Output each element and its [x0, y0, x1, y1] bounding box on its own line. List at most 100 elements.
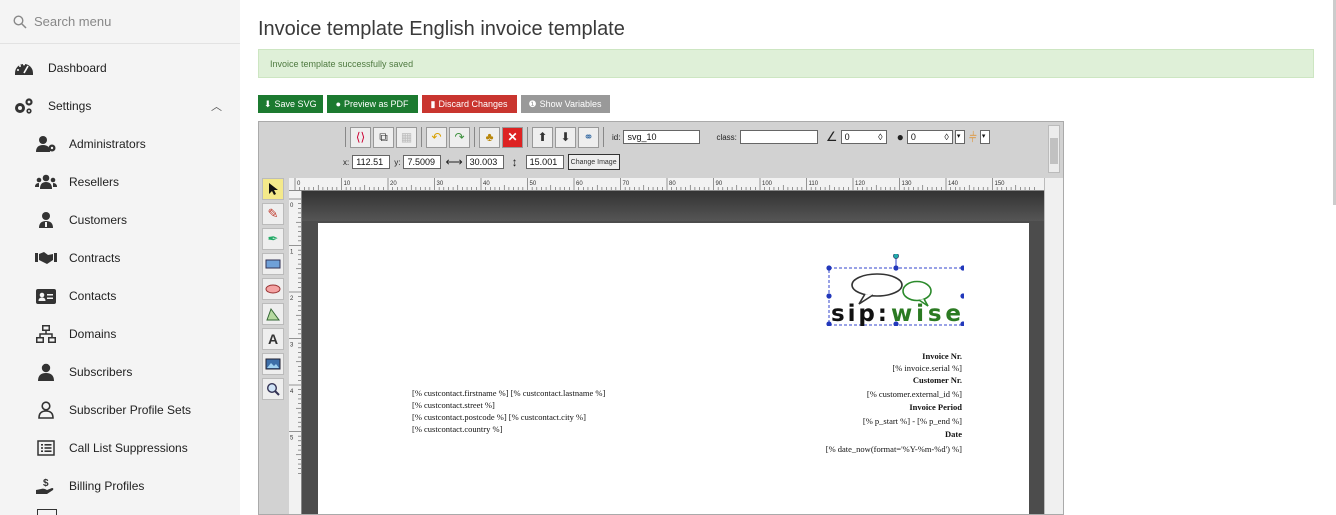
toolbar-separator — [474, 127, 475, 147]
spinner-icon[interactable]: ◊ — [878, 131, 882, 143]
ruler-label: 20 — [390, 181, 397, 187]
image-tool-icon[interactable] — [262, 353, 284, 375]
nav-administrators[interactable]: Administrators — [0, 125, 240, 163]
nav-contracts[interactable]: Contracts — [0, 239, 240, 277]
undo-icon[interactable]: ↶ — [426, 126, 447, 148]
preview-pdf-button[interactable]: ● Preview as PDF — [326, 95, 418, 113]
toolbar-scrollbar[interactable] — [1048, 125, 1060, 173]
invoice-period-value[interactable]: [% p_start %] - [% p_end %] — [863, 416, 962, 426]
link-icon[interactable]: ⚭ — [578, 126, 599, 148]
customer-nr-label[interactable]: Customer Nr. — [913, 375, 962, 385]
canvas-scrollbar[interactable] — [1044, 178, 1063, 514]
horizontal-ruler: 0 10 20 30 40 50 60 70 80 90 100 110 120 130 140 150 — [289, 178, 1044, 191]
blur-dropdown[interactable]: ▾ — [954, 130, 965, 144]
save-svg-label: Save SVG — [274, 99, 317, 109]
nav-dashboard[interactable]: Dashboard — [0, 49, 240, 87]
toolbar-separator — [527, 127, 528, 147]
toolbar-separator — [345, 127, 346, 147]
resize-handle[interactable] — [960, 293, 964, 299]
resize-handle[interactable] — [893, 265, 899, 271]
dashboard-icon — [13, 57, 35, 79]
customer-nr-value[interactable]: [% customer.external_id %] — [867, 389, 962, 399]
shape-tool-icon[interactable] — [262, 303, 284, 325]
x-label: x: — [343, 157, 350, 167]
action-bar: ⬇ Save SVG ● Preview as PDF ▮ Discard Chang… — [258, 95, 610, 113]
invoice-nr-label[interactable]: Invoice Nr. — [922, 351, 962, 361]
resize-handle[interactable] — [826, 293, 832, 299]
svg-canvas[interactable]: sip: wise [% custcontact.firstname %] [%… — [302, 191, 1044, 514]
change-image-button[interactable]: Change Image — [567, 154, 620, 170]
ruler-label: 150 — [995, 181, 1006, 187]
spinner-icon[interactable]: ◊ — [944, 131, 948, 143]
nav-settings[interactable]: Settings ︿ — [0, 87, 240, 125]
width-input[interactable]: 30.003 — [465, 155, 504, 169]
pencil-tool-icon[interactable]: ✎ — [262, 203, 284, 225]
nav-domains[interactable]: Domains — [0, 315, 240, 353]
chevron-up-icon[interactable]: ︿ — [211, 98, 222, 114]
x-input[interactable]: 112.51 — [352, 155, 391, 169]
class-input[interactable] — [739, 130, 818, 144]
id-input[interactable]: svg_10 — [623, 130, 701, 144]
toolbar-separator — [421, 127, 422, 147]
eye-icon: ● — [335, 99, 342, 109]
delete-icon[interactable]: ✕ — [502, 126, 523, 148]
date-label[interactable]: Date — [945, 429, 962, 439]
ellipse-tool-icon[interactable] — [262, 278, 284, 300]
nav-customers[interactable]: Customers — [0, 201, 240, 239]
nav-label: Customers — [69, 213, 128, 227]
wireframe-icon[interactable]: ⧉ — [373, 126, 394, 148]
contracts-icon — [35, 247, 57, 269]
domains-icon — [35, 323, 57, 345]
scroll-thumb[interactable] — [1050, 138, 1058, 164]
save-svg-button[interactable]: ⬇ Save SVG — [258, 95, 323, 113]
resize-handle[interactable] — [826, 265, 832, 271]
canvas-shade — [302, 191, 1044, 221]
ruler-label: 40 — [483, 181, 490, 187]
address-line[interactable]: [% custcontact.postcode %] [% custcontac… — [412, 412, 586, 422]
invoice-nr-value[interactable]: [% invoice.serial %] — [892, 363, 962, 373]
select-tool-icon[interactable] — [262, 178, 284, 200]
page-title: Invoice template English invoice templat… — [258, 18, 625, 40]
source-code-icon[interactable]: ⟨⟩ — [350, 126, 371, 148]
address-line[interactable]: [% custcontact.street %] — [412, 400, 495, 410]
path-tool-icon[interactable]: ✒ — [262, 228, 284, 250]
nav-contacts[interactable]: Contacts — [0, 277, 240, 315]
rotate-handle[interactable] — [893, 254, 899, 259]
rectangle-tool-icon[interactable] — [262, 253, 284, 275]
ruler-label: 90 — [716, 181, 723, 187]
nav-resellers[interactable]: Resellers — [0, 163, 240, 201]
ruler-label: 0 — [290, 203, 294, 209]
clone-icon[interactable]: ♣ — [479, 126, 500, 148]
date-value[interactable]: [% date_now(format='%Y-%m-%d') %] — [826, 444, 962, 454]
address-line[interactable]: [% custcontact.country %] — [412, 424, 502, 434]
search-placeholder: Search menu — [34, 14, 112, 29]
move-top-icon[interactable]: ⬆ — [532, 126, 553, 148]
nav-subscriber-profile-sets[interactable]: Subscriber Profile Sets — [0, 391, 240, 429]
discard-changes-button[interactable]: ▮ Discard Changes — [421, 95, 517, 113]
redo-icon[interactable]: ↷ — [449, 126, 470, 148]
sipwise-logo[interactable]: sip: wise — [825, 254, 964, 326]
invoice-page[interactable]: sip: wise [% custcontact.firstname %] [%… — [318, 223, 1029, 514]
ruler-label: 60 — [576, 181, 583, 187]
nav-billing-profiles[interactable]: $ Billing Profiles — [0, 467, 240, 505]
nav-subscribers[interactable]: Subscribers — [0, 353, 240, 391]
ruler-label: 50 — [530, 181, 537, 187]
zoom-tool-icon[interactable] — [262, 378, 284, 400]
subscribers-icon — [35, 361, 57, 383]
text-tool-icon[interactable]: A — [262, 328, 284, 350]
nav-call-list-suppressions[interactable]: Call List Suppressions — [0, 429, 240, 467]
search-menu[interactable]: Search menu — [0, 0, 240, 44]
move-bottom-icon[interactable]: ⬇ — [555, 126, 576, 148]
angle-input[interactable]: 0 ◊ — [840, 130, 887, 144]
resize-handle[interactable] — [960, 265, 964, 271]
align-icon[interactable]: ⫩ — [969, 129, 977, 146]
align-dropdown[interactable]: ▾ — [979, 130, 990, 144]
invoice-period-label[interactable]: Invoice Period — [909, 402, 962, 412]
y-input[interactable]: 7.5009 — [403, 155, 442, 169]
address-line[interactable]: [% custcontact.firstname %] [% custconta… — [412, 388, 605, 398]
grid-icon[interactable]: ▦ — [396, 126, 417, 148]
blur-input[interactable]: 0 ◊ — [906, 130, 953, 144]
show-variables-button[interactable]: ❶ Show Variables — [520, 95, 610, 113]
height-input[interactable]: 15.001 — [525, 155, 564, 169]
nav-label: Settings — [48, 99, 92, 113]
